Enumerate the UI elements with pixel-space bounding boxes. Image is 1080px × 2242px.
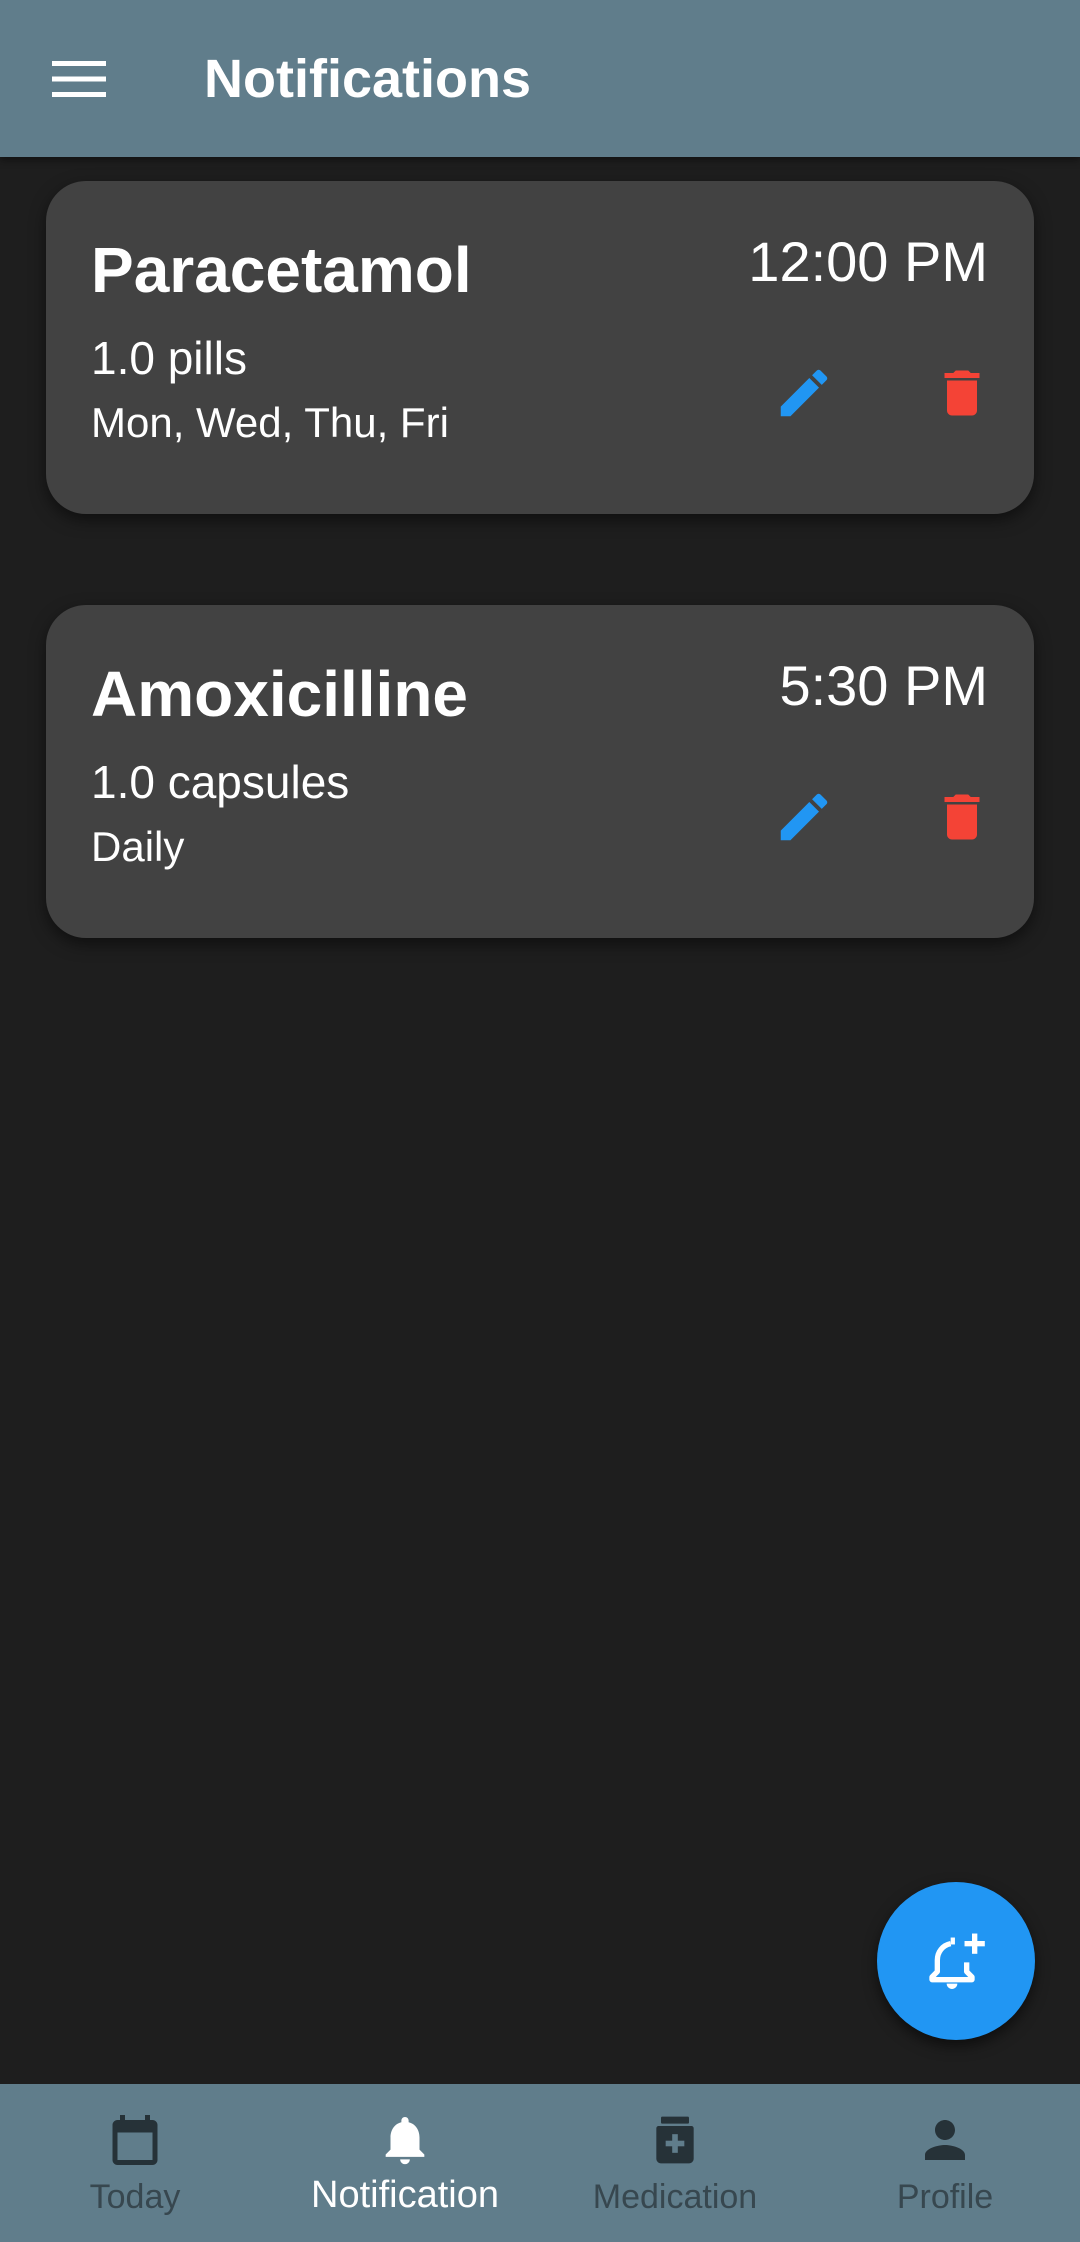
calendar-icon-wrap [103, 2108, 167, 2172]
medication-dose: 1.0 capsules [91, 756, 350, 808]
nav-label: Today [89, 2178, 181, 2216]
bell-icon [385, 2117, 425, 2165]
nav-label: Notification [311, 2174, 499, 2216]
notification-card[interactable]: Paracetamol 12:00 PM 1.0 pills Mon, Wed,… [46, 181, 1034, 514]
nav-item-notification[interactable]: Notification [270, 2084, 540, 2242]
medicine-box-icon [656, 2116, 694, 2164]
menu-icon [52, 60, 106, 97]
reminder-schedule: Mon, Wed, Thu, Fri [91, 399, 449, 446]
reminder-time: 5:30 PM [779, 654, 988, 717]
app-bar: Notifications [0, 0, 1080, 157]
medicine-box-icon-wrap [643, 2108, 707, 2172]
person-icon [925, 2120, 965, 2160]
trash-icon [944, 370, 980, 416]
edit-button[interactable] [764, 353, 844, 433]
medication-name: Paracetamol [91, 234, 472, 306]
nav-label: Medication [592, 2178, 758, 2216]
pencil-icon [780, 369, 828, 417]
page-title: Notifications [204, 48, 532, 109]
person-icon-wrap [913, 2108, 977, 2172]
reminder-schedule: Daily [91, 823, 185, 870]
nav-label: Profile [896, 2178, 994, 2216]
menu-button[interactable] [29, 29, 129, 129]
bell-icon-wrap [373, 2108, 437, 2172]
add-notification-button[interactable] [877, 1882, 1035, 2040]
app-screen: Notifications Paracetamol 12:00 PM 1.0 p… [0, 0, 1080, 2242]
medication-dose: 1.0 pills [91, 332, 247, 384]
nav-item-medication[interactable]: Medication [540, 2084, 810, 2242]
medication-name: Amoxicilline [91, 658, 468, 730]
notification-card[interactable]: Amoxicilline 5:30 PM 1.0 capsules Daily [46, 605, 1034, 938]
add-alarm-bell-icon [929, 1933, 985, 1989]
nav-item-profile[interactable]: Profile [810, 2084, 1080, 2242]
nav-item-today[interactable]: Today [0, 2084, 270, 2242]
delete-button[interactable] [922, 353, 1002, 433]
reminder-time: 12:00 PM [748, 230, 988, 293]
bottom-navigation: Today Notification Medication Profile [0, 2084, 1080, 2242]
edit-button[interactable] [764, 777, 844, 857]
calendar-icon [112, 2115, 158, 2165]
delete-button[interactable] [922, 777, 1002, 857]
trash-icon [944, 794, 980, 840]
pencil-icon [780, 793, 828, 841]
